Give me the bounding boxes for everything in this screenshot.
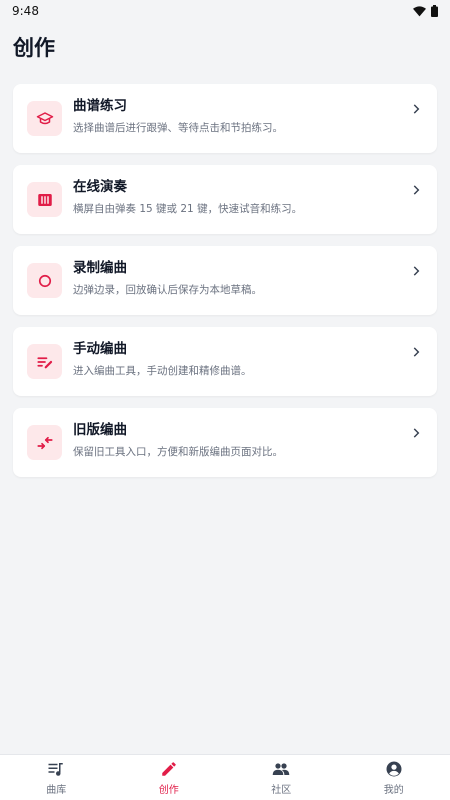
card-title: 手动编曲 [73,340,127,357]
music-library-icon [48,762,63,776]
wifi-icon [413,5,426,16]
nav-label: 社区 [271,784,292,796]
chevron-right-icon [413,266,420,276]
record-icon [38,274,51,287]
card-title: 曲谱练习 [73,97,127,114]
nav-item-profile[interactable]: 我的 [338,755,450,800]
card-online-play[interactable]: 在线演奏 横屏自由弹奏 15 键或 21 键，快速试音和练习。 [13,165,437,234]
card-legacy-compose[interactable]: 旧版编曲 保留旧工具入口，方便和新版编曲页面对比。 [13,408,437,477]
people-icon [273,762,290,775]
card-score-practice[interactable]: 曲谱练习 选择曲谱后进行跟弹、等待点击和节拍练习。 [13,84,437,153]
card-title: 旧版编曲 [73,421,127,438]
chevron-right-icon [413,347,420,357]
page-title: 创作 [13,36,55,60]
nav-label: 曲库 [46,784,67,796]
card-title: 在线演奏 [73,178,127,195]
edit-list-icon [36,356,52,368]
nav-item-community[interactable]: 社区 [225,755,338,800]
swap-arrows-icon [36,436,53,449]
nav-label: 创作 [158,784,179,796]
nav-item-library[interactable]: 曲库 [0,755,113,800]
card-title: 录制编曲 [73,259,127,276]
account-circle-icon [386,761,402,776]
card-desc: 边弹边录，回放确认后保存为本地草稿。 [73,283,262,296]
pencil-icon [162,761,176,776]
chevron-right-icon [413,185,420,195]
piano-icon [37,193,52,206]
status-time: 9:48 [12,4,39,18]
card-manual-compose[interactable]: 手动编曲 进入编曲工具，手动创建和精修曲谱。 [13,327,437,396]
graduation-cap-icon [36,111,53,124]
chevron-right-icon [413,428,420,438]
status-icons [413,5,438,17]
card-desc: 选择曲谱后进行跟弹、等待点击和节拍练习。 [73,121,283,134]
nav-label: 我的 [383,784,404,796]
card-desc: 保留旧工具入口，方便和新版编曲页面对比。 [73,445,283,458]
card-list: 曲谱练习 选择曲谱后进行跟弹、等待点击和节拍练习。 在线演奏 横屏自由弹奏 15… [0,84,450,477]
card-desc: 横屏自由弹奏 15 键或 21 键，快速试音和练习。 [73,202,303,215]
nav-item-create[interactable]: 创作 [113,755,226,800]
battery-icon [431,5,438,17]
status-bar: 9:48 [0,0,450,22]
chevron-right-icon [413,104,420,114]
bottom-nav: 曲库 创作 社区 我的 [0,754,450,800]
card-desc: 进入编曲工具，手动创建和精修曲谱。 [73,364,252,377]
card-record-compose[interactable]: 录制编曲 边弹边录，回放确认后保存为本地草稿。 [13,246,437,315]
